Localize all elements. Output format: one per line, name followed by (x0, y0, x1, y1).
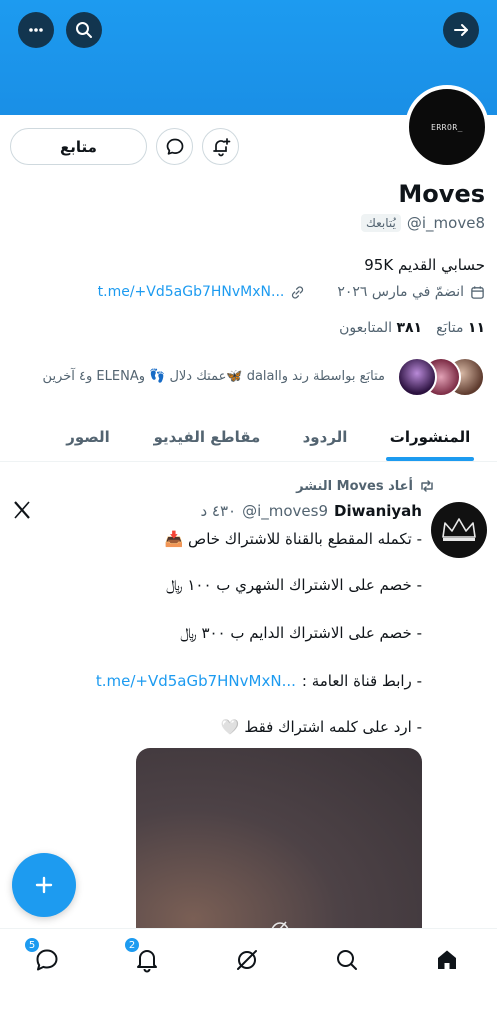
post-line-5: - ارد على كلمه اشتراك فقط 🤍 (220, 718, 422, 736)
messages-badge: 5 (24, 937, 40, 953)
follow-counts: ١١ متابَع ٣٨١ المتابعون (339, 320, 485, 336)
link-icon (292, 285, 304, 299)
search-button[interactable] (66, 12, 102, 48)
profile-name: Moves (398, 180, 485, 208)
post-author-name[interactable]: Diwaniyah (334, 502, 422, 520)
followed-by-text: متابَع بواسطة رند واdalal 🦋عمتك دلال 👣 و… (42, 369, 385, 384)
profile-meta: انضمّ في مارس ٢٠٢٦ t.me/+Vd5aGb7HNvMxN..… (98, 284, 485, 300)
followers-count[interactable]: ٣٨١ المتابعون (339, 320, 422, 336)
back-button[interactable] (443, 12, 479, 48)
post-line-2: - خصم على الاشتراك الشهري ب ١٠٠ ﷼ (165, 576, 422, 594)
home-icon (438, 950, 456, 969)
post-channel-link[interactable]: t.me/+Vd5aGb7HNvMxN... (96, 672, 296, 690)
post-line-4: - رابط قناة العامة : t.me/+Vd5aGb7HNvMxN… (95, 672, 422, 690)
post-time[interactable]: ٤٣٠ د (200, 502, 236, 520)
arrow-right-icon (454, 24, 468, 36)
post-media[interactable] (136, 748, 422, 938)
profile-bio: حسابي القديم 95K (364, 256, 485, 274)
avatar (397, 357, 437, 397)
tab-videos[interactable]: مقاطع الفيديو (127, 412, 287, 461)
following-button[interactable]: متابع (10, 128, 147, 165)
mutual-avatars (393, 357, 485, 397)
tab-photos[interactable]: الصور (49, 412, 127, 461)
bottom-nav: 5 2 (0, 928, 497, 1024)
x-logo-icon (12, 500, 32, 524)
profile-handle: @i_move8 (406, 214, 485, 232)
avatar-text: ERROR_ (431, 122, 463, 132)
repost-indicator: أعاد Moves النشر (296, 478, 435, 494)
notifications-badge: 2 (124, 937, 140, 953)
post-line-3: - خصم على الاشتراك الدايم ب ٣٠٠ ﷼ (180, 624, 422, 642)
nav-home[interactable] (430, 943, 464, 977)
more-options-button[interactable] (18, 12, 54, 48)
bell-icon (137, 950, 157, 973)
calendar-icon (471, 285, 484, 299)
following-count[interactable]: ١١ متابَع (436, 320, 485, 336)
follows-you-badge: يُتابعك (361, 214, 401, 232)
crown-icon (442, 518, 476, 541)
profile-link[interactable]: t.me/+Vd5aGb7HNvMxN... (98, 284, 285, 300)
plus-icon (35, 876, 53, 894)
message-button[interactable] (156, 128, 193, 165)
post-header: Diwaniyah @i_moves9 ٤٣٠ د (200, 502, 422, 520)
repost-icon (421, 480, 433, 492)
notify-button[interactable] (202, 128, 239, 165)
followed-by[interactable]: متابَع بواسطة رند واdalal 🦋عمتك دلال 👣 و… (15, 357, 485, 397)
post-author-avatar[interactable] (431, 502, 487, 558)
handle-row: @i_move8 يُتابعك (361, 214, 485, 232)
message-icon (166, 138, 183, 155)
joined-date: انضمّ في مارس ٢٠٢٦ (337, 284, 464, 300)
messages-icon (36, 949, 58, 971)
nav-search[interactable] (330, 943, 364, 977)
profile-tabs: المنشورات الردود مقاطع الفيديو الصور (0, 412, 497, 462)
bell-plus-icon (212, 137, 230, 156)
tab-posts[interactable]: المنشورات (363, 412, 497, 461)
post-author-handle[interactable]: @i_moves9 (242, 502, 328, 520)
nav-grok[interactable] (230, 943, 264, 977)
nav-messages[interactable]: 5 (24, 937, 64, 977)
tab-replies[interactable]: الردود (287, 412, 363, 461)
nav-notifications[interactable]: 2 (124, 937, 164, 977)
more-icon (29, 28, 43, 32)
search-icon (337, 950, 357, 970)
compose-button[interactable] (12, 853, 76, 917)
grok-icon (237, 950, 257, 970)
profile-avatar[interactable]: ERROR_ (405, 85, 489, 169)
search-icon (76, 22, 92, 38)
repost-label: أعاد Moves النشر (296, 478, 413, 494)
post-line-1: - تكمله المقطع بالقناة للاشتراك خاص 📥 (164, 530, 422, 548)
